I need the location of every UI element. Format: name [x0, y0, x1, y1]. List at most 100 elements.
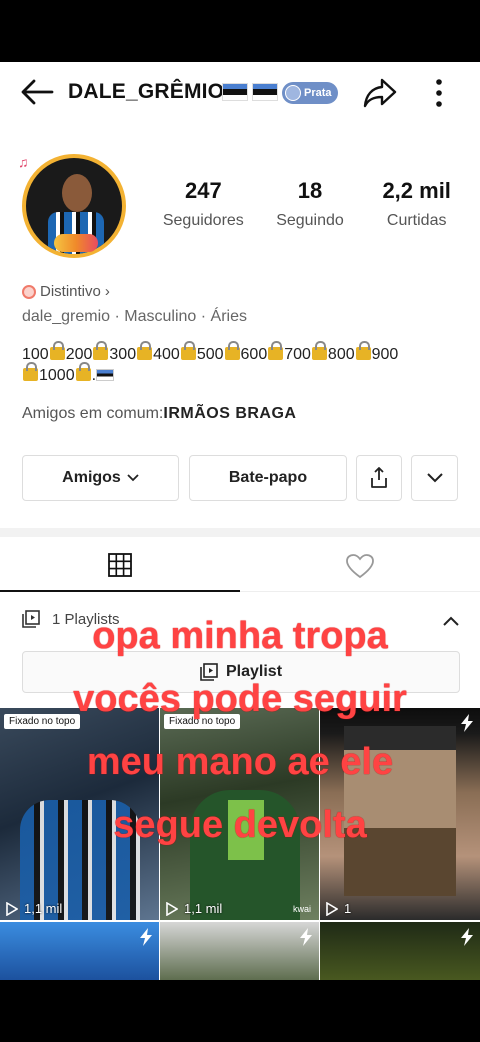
likes-stat[interactable]: 2,2 mil Curtidas [363, 178, 470, 230]
pinned-label: Fixado no topo [4, 714, 81, 729]
view-count-value: 1,1 mil [24, 901, 63, 916]
view-count: 1,1 mil [6, 901, 62, 916]
status-bar-area [0, 0, 480, 62]
flag-icon [96, 369, 115, 381]
tab-videos[interactable] [0, 540, 240, 592]
bio-number: 100 [22, 346, 49, 363]
stat-label: Seguidores [162, 212, 244, 229]
view-count: 1 [326, 901, 351, 916]
lightning-icon [300, 928, 312, 946]
badge-label: Prata [304, 87, 332, 99]
stat-label: Seguindo [276, 212, 344, 229]
avatar[interactable]: ♫ [18, 150, 130, 262]
play-icon [166, 901, 178, 916]
lock-icon [268, 341, 284, 360]
bio-number: 700 [284, 346, 311, 363]
video-thumbnail[interactable]: Fixado no topo 1,1 mil [0, 708, 159, 920]
friends-button-label: Amigos [62, 469, 121, 486]
mutual-friends[interactable]: Amigos em comum:IRMÃOS BRAGA [22, 405, 296, 423]
kwai-watermark: kwai [292, 904, 311, 914]
tab-liked[interactable] [240, 540, 480, 592]
playlist-icon [200, 663, 218, 681]
bio-number: 500 [196, 346, 224, 363]
chevron-down-icon [127, 474, 139, 482]
playlist-section-header[interactable]: 1 Playlists [22, 610, 120, 628]
grid-icon [108, 553, 132, 577]
lock-icon [180, 341, 196, 360]
friends-button[interactable]: Amigos [22, 455, 179, 501]
view-count: 1,1 mil [166, 901, 222, 916]
bio-number: 1000 [39, 367, 75, 384]
profile-stats: 247 Seguidores 18 Seguindo 2,2 mil Curti… [150, 178, 470, 230]
lock-icon [49, 341, 65, 360]
playlist-count: 1 Playlists [52, 610, 120, 628]
video-grid: Fixado no topo 1,1 mil Fixado no topo 1,… [0, 708, 480, 980]
video-thumbnail[interactable]: Fixado no topo 1,1 mil kwai [160, 708, 319, 920]
heart-icon [346, 553, 374, 578]
distintivo-link[interactable]: Distintivo › [22, 283, 110, 300]
badge-icon [285, 85, 301, 101]
playlist-button-label: Playlist [225, 663, 283, 680]
stat-value: 2,2 mil [382, 178, 451, 203]
profile-screen: DALE_GRÊMIO Prata ♫ 247 Seguidores 18 Se… [0, 62, 480, 980]
video-thumbnail[interactable] [0, 922, 159, 980]
profile-meta: dale_gremio · Masculino · Áries [22, 308, 247, 325]
bio-number: 400 [153, 346, 180, 363]
bio-number: 800 [327, 346, 355, 363]
flag-icon [252, 83, 278, 101]
avatar-head [62, 174, 92, 212]
more-options-icon[interactable] [426, 76, 452, 110]
playlist-icon [22, 610, 40, 628]
play-icon [6, 901, 18, 916]
suggestions-dropdown-button[interactable] [411, 455, 458, 501]
bio-number: 600 [240, 346, 268, 363]
lock-icon [137, 341, 153, 360]
distintivo-icon [22, 284, 36, 299]
video-thumbnail[interactable] [160, 922, 319, 980]
level-badge[interactable]: Prata [282, 82, 338, 104]
stat-value: 18 [297, 178, 323, 203]
lock-icon [355, 341, 371, 360]
view-count-value: 1 [344, 901, 352, 916]
followers-stat[interactable]: 247 Seguidores [150, 178, 257, 230]
navigation-bar-area [0, 980, 480, 1042]
profile-username: DALE_GRÊMIO [68, 80, 225, 103]
view-count-value: 1,1 mil [184, 901, 223, 916]
music-note-icon: ♫ [18, 154, 29, 170]
playlist-button[interactable]: Playlist [22, 651, 460, 693]
lock-icon [311, 341, 327, 360]
following-stat[interactable]: 18 Seguindo [257, 178, 364, 230]
lightning-icon [140, 928, 152, 946]
pinned-label: Fixado no topo [164, 714, 241, 729]
flag-icons [222, 83, 278, 101]
bio-number: 200 [65, 346, 93, 363]
lock-icon [23, 362, 38, 381]
top-bar: DALE_GRÊMIO Prata [0, 62, 480, 122]
chat-button[interactable]: Bate-papo [189, 455, 347, 501]
play-icon [326, 901, 338, 916]
distintivo-label: Distintivo [40, 283, 101, 300]
bio-number: 300 [109, 346, 137, 363]
stat-value: 247 [184, 178, 222, 203]
avatar-decoration [54, 234, 98, 252]
chat-button-label: Bate-papo [228, 469, 308, 486]
video-thumbnail[interactable]: 1 [320, 708, 480, 920]
flag-icon [222, 83, 248, 101]
mutual-prefix: Amigos em comum: [22, 405, 164, 422]
chevron-right-icon: › [104, 283, 110, 300]
lock-icon [93, 341, 109, 360]
chevron-up-icon[interactable] [442, 614, 460, 626]
share-arrow-icon[interactable] [362, 76, 398, 110]
share-profile-button[interactable] [356, 455, 402, 501]
lightning-icon [461, 928, 473, 946]
chevron-down-icon [426, 473, 443, 483]
back-arrow-icon[interactable] [18, 76, 58, 108]
mutual-names: IRMÃOS BRAGA [163, 405, 297, 422]
stat-label: Curtidas [386, 212, 447, 229]
bio-number: 900 [371, 346, 399, 363]
lock-icon [224, 341, 240, 360]
video-thumbnail[interactable] [320, 922, 480, 980]
lock-icon [75, 362, 91, 381]
share-hand-icon [371, 467, 387, 488]
section-divider [0, 528, 480, 537]
